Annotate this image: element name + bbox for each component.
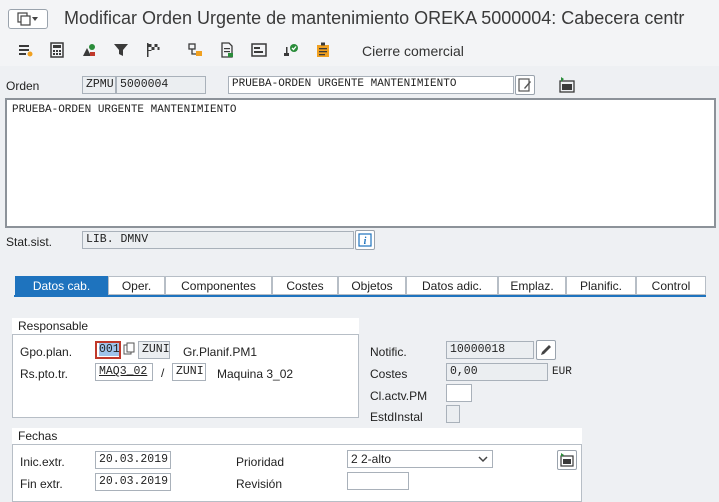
rs-pto-center-field[interactable]: ZUNI: [172, 363, 206, 381]
status-label: Stat.sist.: [6, 235, 53, 249]
inic-extr-label: Inic.extr.: [20, 455, 65, 469]
edit-text-icon[interactable]: [515, 75, 535, 95]
toolbar: [0, 36, 719, 66]
rs-pto-separator: /: [161, 366, 165, 380]
status-field: LIB. DMNV: [82, 231, 354, 249]
costes-label: Costes: [370, 367, 408, 381]
gpo-plan-center-field: ZUNI: [138, 341, 170, 359]
menu-button[interactable]: [8, 9, 48, 29]
tab-componentes[interactable]: Componentes: [165, 276, 272, 295]
clactv-label: Cl.actv.PM: [370, 389, 428, 403]
rs-pto-label: Rs.pto.tr.: [20, 367, 69, 381]
funnel-icon[interactable]: [112, 41, 130, 59]
schedule-icon[interactable]: [557, 450, 577, 470]
tab-objetos[interactable]: Objetos: [338, 276, 406, 295]
clactv-field[interactable]: [446, 384, 472, 402]
window-title: Modificar Orden Urgente de mantenimiento…: [64, 8, 685, 28]
revision-field[interactable]: [347, 472, 409, 490]
chevron-down-icon: [478, 453, 488, 467]
orden-description-field[interactable]: PRUEBA-ORDEN URGENTE MANTENIMIENTO: [228, 76, 514, 94]
svg-text:i: i: [364, 236, 367, 247]
display-object-icon[interactable]: [557, 75, 577, 95]
pencil-icon[interactable]: [536, 340, 556, 360]
tab-oper[interactable]: Oper.: [108, 276, 165, 295]
save-list-icon[interactable]: [314, 41, 332, 59]
fin-extr-field[interactable]: 20.03.2019: [95, 473, 171, 491]
layout-icon[interactable]: [250, 41, 268, 59]
long-text-area[interactable]: [5, 98, 716, 228]
document-icon[interactable]: [218, 41, 236, 59]
orden-type-field: ZPMU: [82, 76, 116, 94]
costes-field: 0,00: [446, 363, 548, 381]
cierre-comercial-button[interactable]: Cierre comercial: [362, 43, 464, 59]
estdinstal-field: [446, 405, 460, 423]
tab-datos-adic[interactable]: Datos adic.: [406, 276, 498, 295]
currency-label: EUR: [552, 366, 572, 378]
info-icon[interactable]: i: [355, 230, 375, 250]
notific-field: 10000018: [446, 341, 534, 359]
tab-planific[interactable]: Planific.: [566, 276, 636, 295]
prioridad-label: Prioridad: [236, 455, 285, 469]
tab-control[interactable]: Control: [636, 276, 706, 295]
notific-label: Notific.: [370, 345, 407, 359]
person-check-icon[interactable]: [282, 41, 300, 59]
tab-datos-cab[interactable]: Datos cab.: [15, 276, 108, 295]
flag-icon[interactable]: [144, 41, 162, 59]
copy-icon[interactable]: [123, 342, 135, 359]
fin-extr-label: Fin extr.: [20, 477, 63, 491]
prioridad-select[interactable]: 2 2-alto: [347, 450, 493, 468]
responsable-header: Responsable: [12, 318, 359, 335]
menu-icon: [17, 12, 38, 26]
tab-emplaz[interactable]: Emplaz.: [498, 276, 566, 295]
gpo-plan-label: Gpo.plan.: [20, 345, 73, 359]
gpo-plan-desc: Gr.Planif.PM1: [183, 345, 258, 359]
gpo-plan-field[interactable]: 001: [95, 341, 121, 359]
rs-pto-desc: Maquina 3_02: [217, 367, 294, 381]
fechas-header: Fechas: [12, 428, 582, 445]
calculator-icon[interactable]: [48, 41, 66, 59]
rs-pto-field[interactable]: MAQ3_02: [95, 363, 153, 381]
revision-label: Revisión: [236, 477, 283, 491]
estdinstal-label: EstdInstal: [370, 410, 423, 424]
orden-label: Orden: [6, 79, 40, 93]
long-text-content: PRUEBA-ORDEN URGENTE MANTENIMIENTO: [12, 104, 237, 116]
list-icon[interactable]: [16, 41, 34, 59]
inic-extr-field[interactable]: 20.03.2019: [95, 451, 171, 469]
materials-icon[interactable]: [80, 41, 98, 59]
tab-underline: [14, 295, 706, 297]
tab-costes[interactable]: Costes: [272, 276, 338, 295]
orden-number-field: 5000004: [116, 76, 206, 94]
hierarchy-icon[interactable]: [186, 41, 204, 59]
